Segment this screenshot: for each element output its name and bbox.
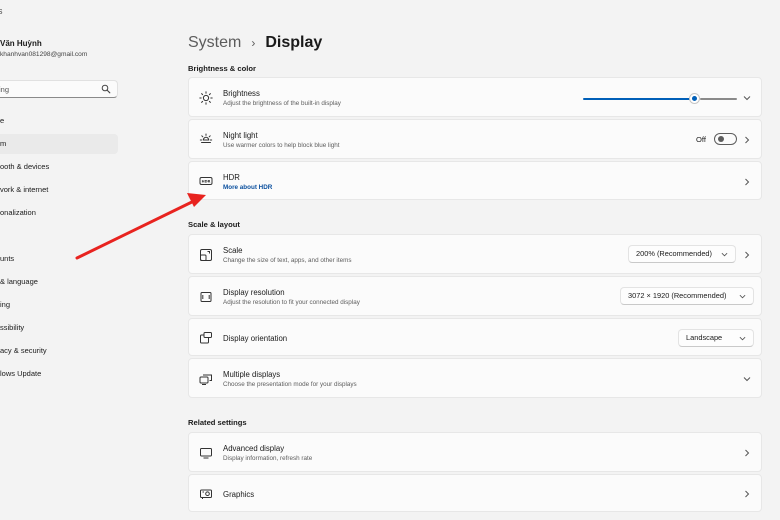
display-resolution-title: Display resolution (223, 288, 285, 297)
chevron-down-icon[interactable] (743, 94, 751, 102)
chevron-down-icon[interactable] (743, 375, 751, 383)
brightness-card[interactable]: Brightness Adjust the brightness of the … (188, 77, 762, 117)
graphics-card-icon (200, 489, 212, 499)
breadcrumb-separator: › (251, 36, 256, 50)
page-title: Display (265, 34, 323, 51)
multiple-displays-subtitle: Choose the presentation mode for your di… (223, 381, 357, 388)
night-light-card[interactable]: Night light Use warmer colors to help bl… (188, 119, 762, 159)
scale-card[interactable]: Scale Change the size of text, apps, and… (188, 234, 762, 274)
search-icon[interactable] (101, 84, 111, 94)
brightness-subtitle: Adjust the brightness of the built-in di… (223, 100, 341, 107)
chevron-right-icon[interactable] (743, 251, 751, 259)
navigation-pane: s Văn Huỳnh khanhvan081298@gmail.com e m… (0, 0, 130, 520)
chevron-down-icon (739, 294, 746, 299)
advanced-display-title: Advanced display (223, 444, 285, 453)
toggle-knob (718, 136, 724, 142)
night-light-icon (199, 133, 213, 143)
search-input[interactable] (0, 82, 89, 96)
sidebar-item-accounts[interactable]: unts (0, 249, 118, 269)
night-light-title: Night light (223, 131, 258, 140)
brightness-slider-thumb[interactable] (689, 94, 699, 103)
more-about-hdr-link[interactable]: More about HDR (223, 184, 272, 191)
orientation-dropdown-value: Landscape (686, 333, 723, 342)
night-light-state: Off (696, 135, 706, 144)
chevron-down-icon (739, 336, 746, 341)
night-light-subtitle: Use warmer colors to help block blue lig… (223, 142, 340, 149)
orientation-dropdown[interactable]: Landscape (678, 329, 754, 347)
scale-icon (200, 249, 212, 261)
hdr-title: HDR (223, 173, 240, 182)
orientation-icon (200, 332, 212, 344)
sidebar-item-bluetooth-devices[interactable]: ooth & devices (0, 157, 118, 177)
hdr-icon: HDR (199, 177, 213, 185)
brightness-slider-fill (583, 98, 694, 100)
display-orientation-title: Display orientation (223, 334, 288, 343)
scale-subtitle: Change the size of text, apps, and other… (223, 257, 352, 264)
breadcrumb: System › Display (188, 32, 322, 54)
sidebar-item-system[interactable]: m (0, 134, 118, 154)
account-email: khanhvan081298@gmail.com (0, 51, 88, 58)
sun-icon (199, 91, 213, 105)
brightness-slider-track (699, 98, 737, 100)
chevron-right-icon[interactable] (743, 178, 751, 186)
advanced-display-card[interactable]: Advanced display Display information, re… (188, 432, 762, 472)
chevron-right-icon[interactable] (743, 449, 751, 457)
display-resolution-card[interactable]: Display resolution Adjust the resolution… (188, 276, 762, 316)
display-orientation-card[interactable]: Display orientation Landscape (188, 318, 762, 356)
advanced-display-subtitle: Display information, refresh rate (223, 455, 313, 462)
multiple-displays-card[interactable]: Multiple displays Choose the presentatio… (188, 358, 762, 398)
multiple-displays-icon (199, 374, 212, 385)
scale-dropdown-value: 200% (Recommended) (636, 249, 712, 258)
hdr-card[interactable]: HDR HDR More about HDR (188, 161, 762, 200)
sidebar-item-privacy-security[interactable]: acy & security (0, 341, 118, 361)
sidebar-item-home[interactable]: e (0, 111, 118, 131)
chevron-right-icon[interactable] (743, 490, 751, 498)
night-light-toggle[interactable] (714, 133, 737, 145)
sidebar-item-apps[interactable] (0, 226, 118, 246)
sidebar-item-personalization[interactable]: onalization (0, 203, 118, 223)
resolution-dropdown-value: 3072 × 1920 (Recommended) (628, 291, 727, 300)
search-box[interactable] (0, 80, 118, 98)
window-title-fragment: s (0, 6, 3, 16)
graphics-title: Graphics (223, 490, 255, 499)
display-resolution-subtitle: Adjust the resolution to fit your connec… (223, 299, 360, 306)
monitor-icon (200, 448, 212, 459)
brightness-slider[interactable] (583, 94, 737, 103)
resolution-icon (200, 292, 212, 302)
chevron-right-icon[interactable] (743, 136, 751, 144)
graphics-card[interactable]: Graphics (188, 474, 762, 512)
svg-text:HDR: HDR (202, 180, 211, 184)
section-title-brightness-color: Brightness & color (188, 64, 256, 73)
chevron-down-icon (721, 252, 728, 257)
brightness-title: Brightness (223, 89, 260, 98)
scale-dropdown[interactable]: 200% (Recommended) (628, 245, 736, 263)
section-title-related-settings: Related settings (188, 418, 247, 427)
section-title-scale-layout: Scale & layout (188, 220, 240, 229)
sidebar-item-accessibility[interactable]: ssibility (0, 318, 118, 338)
sidebar-item-gaming[interactable]: ing (0, 295, 118, 315)
sidebar-item-network-internet[interactable]: vork & internet (0, 180, 118, 200)
resolution-dropdown[interactable]: 3072 × 1920 (Recommended) (620, 287, 754, 305)
multiple-displays-title: Multiple displays (223, 370, 281, 379)
breadcrumb-parent[interactable]: System (188, 34, 241, 52)
account-name: Văn Huỳnh (0, 39, 42, 48)
sidebar-item-windows-update[interactable]: lows Update (0, 364, 118, 384)
scale-title: Scale (223, 246, 243, 255)
sidebar-item-time-language[interactable]: & language (0, 272, 118, 292)
